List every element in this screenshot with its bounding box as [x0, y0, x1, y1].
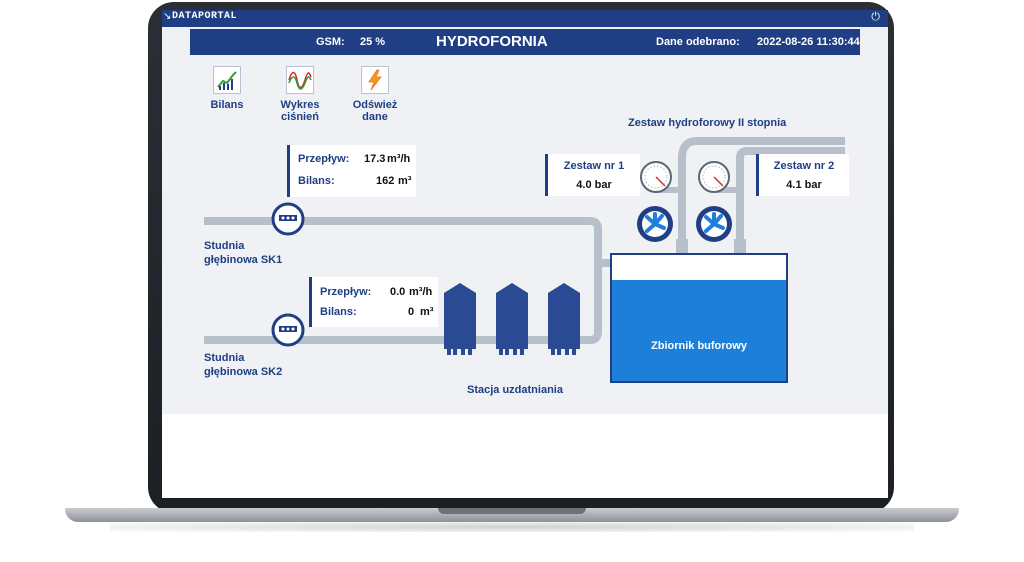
sk1-flow-value: 17.3 — [364, 153, 386, 165]
booster-set-2-panel: Zestaw nr 2 4.1 bar — [756, 154, 849, 196]
sk2-flow-label: Przepływ: — [320, 286, 372, 298]
laptop-shadow — [110, 522, 914, 532]
sk2-flow-unit: m³/h — [409, 286, 433, 298]
laptop-notch — [438, 508, 586, 514]
resize-arrow-icon[interactable]: ↘ — [163, 11, 171, 22]
station-label: Stacja uzdatniania — [467, 384, 563, 396]
booster-set-2-value: 4.1 bar — [786, 179, 822, 191]
sk1-flow-unit: m³/h — [387, 153, 411, 165]
booster-title: Zestaw hydroforowy II stopnia — [628, 117, 787, 129]
pressure-gauge-1-icon — [640, 161, 682, 193]
sk1-well-label: Studnia głębinowa SK1 — [204, 240, 283, 266]
booster-set-1-value: 4.0 bar — [576, 179, 612, 191]
pressure-gauge-2-icon — [698, 161, 740, 193]
booster-set-1-label: Zestaw nr 1 — [563, 160, 625, 172]
tank-label: Zbiornik buforowy — [651, 340, 747, 352]
flow-meter-sk1-icon — [271, 202, 305, 236]
treatment-tower-1-icon — [444, 283, 476, 355]
treatment-tower-2-icon — [496, 283, 528, 355]
dataportal-logo: DATAPORTAL — [172, 11, 238, 22]
buffer-tank — [610, 253, 788, 383]
sk2-balance-unit: m³ — [420, 306, 434, 318]
sk1-balance-label: Bilans: — [298, 175, 335, 187]
app-screen: ↘ DATAPORTAL ⏻ GSM: 25 % HYDROFORNIA Dan… — [162, 10, 888, 498]
sk2-flow-value: 0.0 — [390, 286, 406, 298]
scada-canvas: GSM: 25 % HYDROFORNIA Dane odebrano: 202… — [162, 27, 888, 414]
window-titlebar: ↘ DATAPORTAL ⏻ — [162, 10, 888, 27]
flow-meter-sk2-icon — [271, 313, 305, 347]
treatment-tower-3-icon — [548, 283, 580, 355]
sk1-balance-value: 162 — [376, 175, 395, 187]
sk2-balance-value: 0 — [408, 306, 415, 318]
booster-set-1-panel: Zestaw nr 1 4.0 bar — [545, 154, 640, 196]
sk2-balance-label: Bilans: — [320, 306, 357, 318]
power-icon[interactable]: ⏻ — [871, 11, 880, 24]
booster-set-2-label: Zestaw nr 2 — [773, 160, 835, 172]
sk2-info-panel: Przepływ: 0.0 m³/h Bilans: 0 m³ — [309, 277, 438, 327]
sk2-well-label: Studnia głębinowa SK2 — [204, 352, 283, 378]
sk1-balance-unit: m³ — [398, 175, 412, 187]
sk1-info-panel: Przepływ: 17.3 m³/h Bilans: 162 m³ — [287, 145, 416, 197]
sk1-flow-label: Przepływ: — [298, 153, 350, 165]
